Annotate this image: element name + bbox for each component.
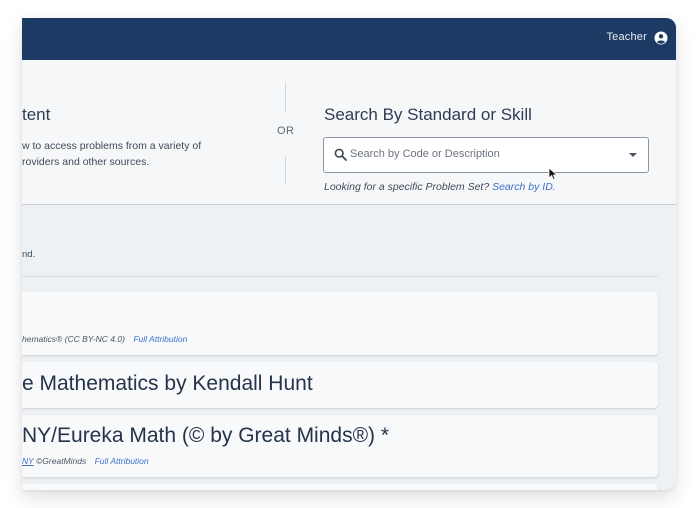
standard-search-title: Search By Standard or Skill	[324, 105, 532, 124]
search-by-id-link[interactable]: Search by ID.	[492, 181, 556, 193]
browse-description-line: roviders and other sources.	[22, 156, 150, 168]
browse-content-title: tent	[22, 105, 51, 124]
top-navigation-bar: Teacher	[22, 18, 676, 60]
curriculum-card[interactable]: NY/Eureka Math (© by Great Minds®) * NY …	[22, 415, 658, 477]
license-link[interactable]: NY	[22, 456, 34, 466]
caret-down-icon[interactable]	[629, 153, 637, 157]
app-window: Teacher tent w to access problems from a…	[22, 18, 676, 490]
card-license-meta: NY ©GreatMinds Full Attribution	[22, 456, 149, 466]
curriculum-card[interactable]: e Mathematics by Kendall Hunt	[22, 362, 658, 408]
search-icon	[334, 148, 347, 161]
full-attribution-link[interactable]: Full Attribution	[95, 456, 149, 466]
card-license-meta: hematics® (CC BY-NC 4.0) Full Attributio…	[22, 334, 187, 344]
card-license-text: ©GreatMinds	[36, 456, 87, 466]
standard-search-input[interactable]	[350, 146, 620, 162]
browse-content-description: w to access problems from a variety of r…	[22, 138, 252, 170]
mouse-cursor-icon	[548, 167, 558, 181]
card-title[interactable]: e Mathematics by Kendall Hunt	[22, 372, 313, 396]
or-separator: OR	[277, 125, 295, 137]
problem-set-hint: Looking for a specific Problem Set? Sear…	[324, 181, 556, 193]
user-role-label[interactable]: Teacher	[606, 31, 647, 43]
vertical-divider	[285, 156, 286, 184]
curriculum-card[interactable]: hematics® (CC BY-NC 4.0) Full Attributio…	[22, 292, 658, 355]
curriculum-card[interactable]	[22, 484, 658, 490]
full-attribution-link[interactable]: Full Attribution	[133, 334, 187, 344]
problem-set-hint-text: Looking for a specific Problem Set?	[324, 181, 490, 193]
card-title[interactable]: NY/Eureka Math (© by Great Minds®) *	[22, 424, 389, 448]
standard-search-combobox[interactable]	[323, 137, 649, 173]
user-circle-icon[interactable]	[654, 31, 668, 45]
search-panel: tent w to access problems from a variety…	[22, 60, 676, 205]
card-license-text: hematics® (CC BY-NC 4.0)	[22, 334, 125, 344]
results-hint-text: nd.	[22, 249, 36, 260]
section-divider	[22, 276, 658, 277]
vertical-divider	[285, 82, 286, 112]
browse-description-line: w to access problems from a variety of	[22, 140, 202, 152]
